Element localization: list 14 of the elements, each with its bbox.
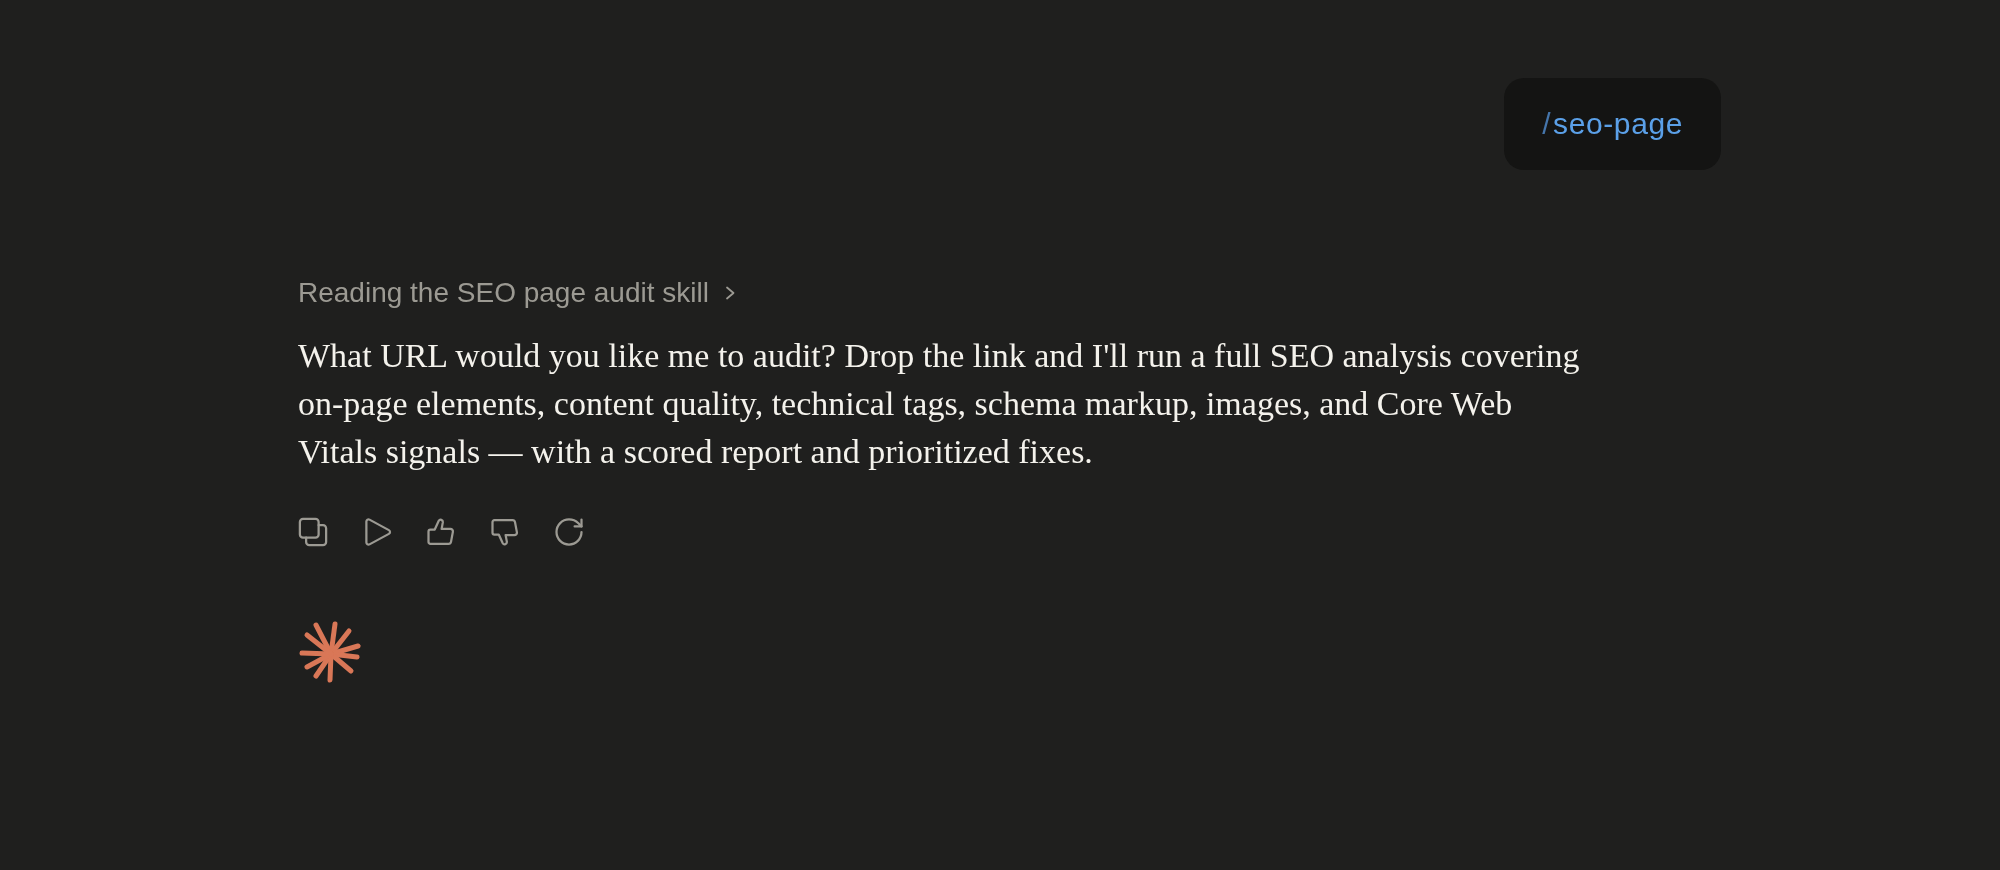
play-button[interactable]	[362, 517, 392, 547]
copy-icon	[298, 517, 328, 547]
command-text: /seo-page	[1542, 106, 1683, 142]
thumbs-up-button[interactable]	[426, 517, 456, 547]
copy-button[interactable]	[298, 517, 328, 547]
thumbs-up-icon	[426, 517, 456, 547]
play-icon	[362, 517, 392, 547]
thumbs-down-button[interactable]	[490, 517, 520, 547]
retry-button[interactable]	[554, 517, 584, 547]
spark-icon	[298, 620, 362, 684]
thumbs-down-icon	[490, 517, 520, 547]
response-text: What URL would you like me to audit? Drop the link and I'll run a full SEO analysis covering on-page elements, content quality, technical tags, schema markup, images, and Core Web Vitals signals — with a scored report and prioritized fixes.	[298, 336, 1581, 472]
retry-icon	[554, 517, 584, 547]
skill-status-toggle[interactable]: Reading the SEO page audit skill	[298, 275, 736, 311]
